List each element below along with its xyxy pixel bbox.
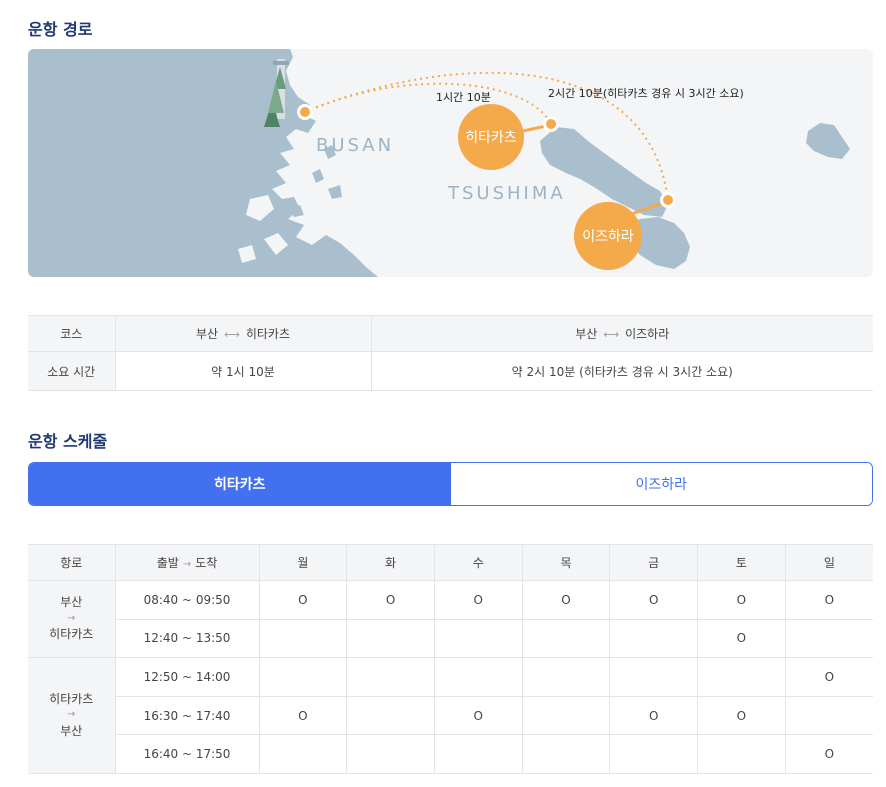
time-header: 출발 → 도착	[114, 544, 260, 581]
schedule-tabs: 히타카츠 이즈하라	[28, 462, 873, 506]
route-busan-hitakatsu: 부산 → 히타카츠	[28, 579, 116, 659]
day-mark: O	[784, 734, 873, 774]
korea-landmass	[28, 49, 378, 277]
table-row: 부산 → 히타카츠 08:40 ~ 09:50 O O O O O O O	[28, 579, 873, 659]
day-header: 토	[697, 544, 786, 581]
route1-from: 부산	[195, 327, 219, 341]
day-mark: O	[521, 580, 611, 620]
depart-header: 출발	[156, 556, 179, 570]
arrow-right-icon: →	[182, 559, 192, 570]
day-mark	[697, 657, 786, 697]
hitakatsu-port-bubble: 히타카츠	[458, 104, 524, 170]
arrow-right-icon: →	[67, 709, 76, 721]
day-mark	[433, 734, 523, 774]
course-header-row: 코스 부산 ⟷ 히타카츠 부산 ⟷ 이즈하라	[28, 315, 873, 352]
tsushima-map-label: TSUSHIMA	[448, 183, 566, 204]
day-mark	[258, 734, 348, 774]
table-row: 16:30 ~ 17:40 O O O O	[28, 695, 873, 736]
route-from: 부산	[60, 595, 83, 610]
day-mark	[258, 618, 348, 659]
tab-hitakatsu[interactable]: 히타카츠	[29, 463, 451, 505]
duration-izuhara-label: 2시간 10분(히타카츠 경유 시 3시간 소요)	[548, 87, 744, 100]
day-mark	[784, 695, 873, 736]
bidirectional-arrow-icon: ⟷	[603, 328, 620, 341]
day-header: 화	[346, 544, 435, 581]
time-cell: 08:40 ~ 09:50	[114, 580, 260, 620]
route-to: 부산	[60, 723, 83, 738]
day-mark	[346, 734, 435, 774]
route-header: 항로	[28, 544, 116, 581]
day-mark	[521, 695, 611, 736]
duration-route2: 약 2시 10분 (히타카츠 경유 시 3시간 소요)	[370, 351, 873, 391]
schedule-header-row: 항로 출발 → 도착 월 화 수 목 금 토 일	[28, 544, 873, 581]
course-header-route1: 부산 ⟷ 히타카츠	[114, 315, 372, 352]
day-mark	[521, 618, 611, 659]
day-mark: O	[697, 580, 786, 620]
day-mark	[697, 734, 786, 774]
day-mark	[346, 618, 435, 659]
day-mark	[609, 734, 699, 774]
route1-to: 히타카츠	[245, 327, 291, 341]
duration-row-label: 소요 시간	[28, 351, 116, 391]
day-mark	[784, 618, 873, 659]
day-mark	[346, 695, 435, 736]
day-header: 목	[521, 544, 611, 581]
day-mark	[521, 657, 611, 697]
day-header: 수	[433, 544, 523, 581]
route-to: 히타카츠	[49, 627, 94, 642]
arrow-right-icon: →	[67, 612, 76, 624]
day-mark: O	[346, 580, 435, 620]
time-cell: 12:40 ~ 13:50	[115, 618, 260, 659]
time-cell: 12:50 ~ 14:00	[114, 657, 260, 697]
duration-route1: 약 1시 10분	[114, 351, 372, 391]
day-mark: O	[784, 657, 873, 697]
day-mark	[521, 734, 611, 774]
route2-to: 이즈하라	[625, 327, 670, 341]
tab-izuhara[interactable]: 이즈하라	[450, 463, 872, 505]
day-mark	[433, 618, 523, 659]
day-mark: O	[433, 695, 523, 736]
time-cell: 16:30 ~ 17:40	[115, 695, 260, 736]
route-hitakatsu-busan: 히타카츠 → 부산	[28, 657, 116, 774]
route-from: 히타카츠	[49, 691, 94, 706]
schedule-table: 항로 출발 → 도착 월 화 수 목 금 토 일 부산 → 히타카츠 08:40 ~…	[28, 544, 873, 774]
course-duration-row: 소요 시간 약 1시 10분 약 2시 10분 (히타카츠 경유 시 3시간 소…	[28, 351, 873, 391]
duration-hitakatsu-label: 1시간 10분	[436, 91, 491, 104]
day-mark	[609, 657, 699, 697]
course-header-route2: 부산 ⟷ 이즈하라	[370, 315, 873, 352]
route2-from: 부산	[575, 327, 598, 341]
course-header: 코스	[28, 315, 116, 352]
time-cell: 16:40 ~ 17:50	[115, 734, 260, 774]
busan-map-label: BUSAN	[316, 135, 395, 156]
day-mark	[609, 618, 699, 659]
bidirectional-arrow-icon: ⟷	[224, 328, 240, 341]
day-mark: O	[433, 580, 523, 620]
day-mark	[346, 657, 435, 697]
day-header: 일	[784, 544, 873, 581]
day-header: 월	[258, 544, 348, 581]
day-mark: O	[609, 695, 699, 736]
day-mark: O	[784, 580, 873, 620]
day-mark: O	[609, 580, 699, 620]
route-section-title: 운항 경로	[28, 20, 93, 39]
day-header: 금	[609, 544, 699, 581]
schedule-section-title: 운항 스케줄	[28, 432, 108, 451]
day-mark	[258, 657, 348, 697]
day-mark: O	[258, 695, 348, 736]
arrive-header: 도착	[195, 556, 218, 570]
map-graphic	[28, 49, 850, 277]
day-mark: O	[697, 618, 786, 659]
table-row: 16:40 ~ 17:50 O	[28, 734, 873, 774]
day-mark: O	[697, 695, 786, 736]
course-duration-table: 코스 부산 ⟷ 히타카츠 부산 ⟷ 이즈하라 소요 시간 약 1시 10분 약 2시 1…	[28, 315, 873, 391]
table-row: 히타카츠 → 부산 12:50 ~ 14:00 O	[28, 657, 873, 774]
day-mark: O	[258, 580, 348, 620]
table-row: 12:40 ~ 13:50 O	[28, 618, 873, 659]
route-map: BUSAN TSUSHIMA 1시간 10분 2시간 10분(히타카츠 경유 시…	[28, 49, 873, 277]
day-mark	[433, 657, 523, 697]
izuhara-port-bubble: 이즈하라	[574, 202, 642, 270]
